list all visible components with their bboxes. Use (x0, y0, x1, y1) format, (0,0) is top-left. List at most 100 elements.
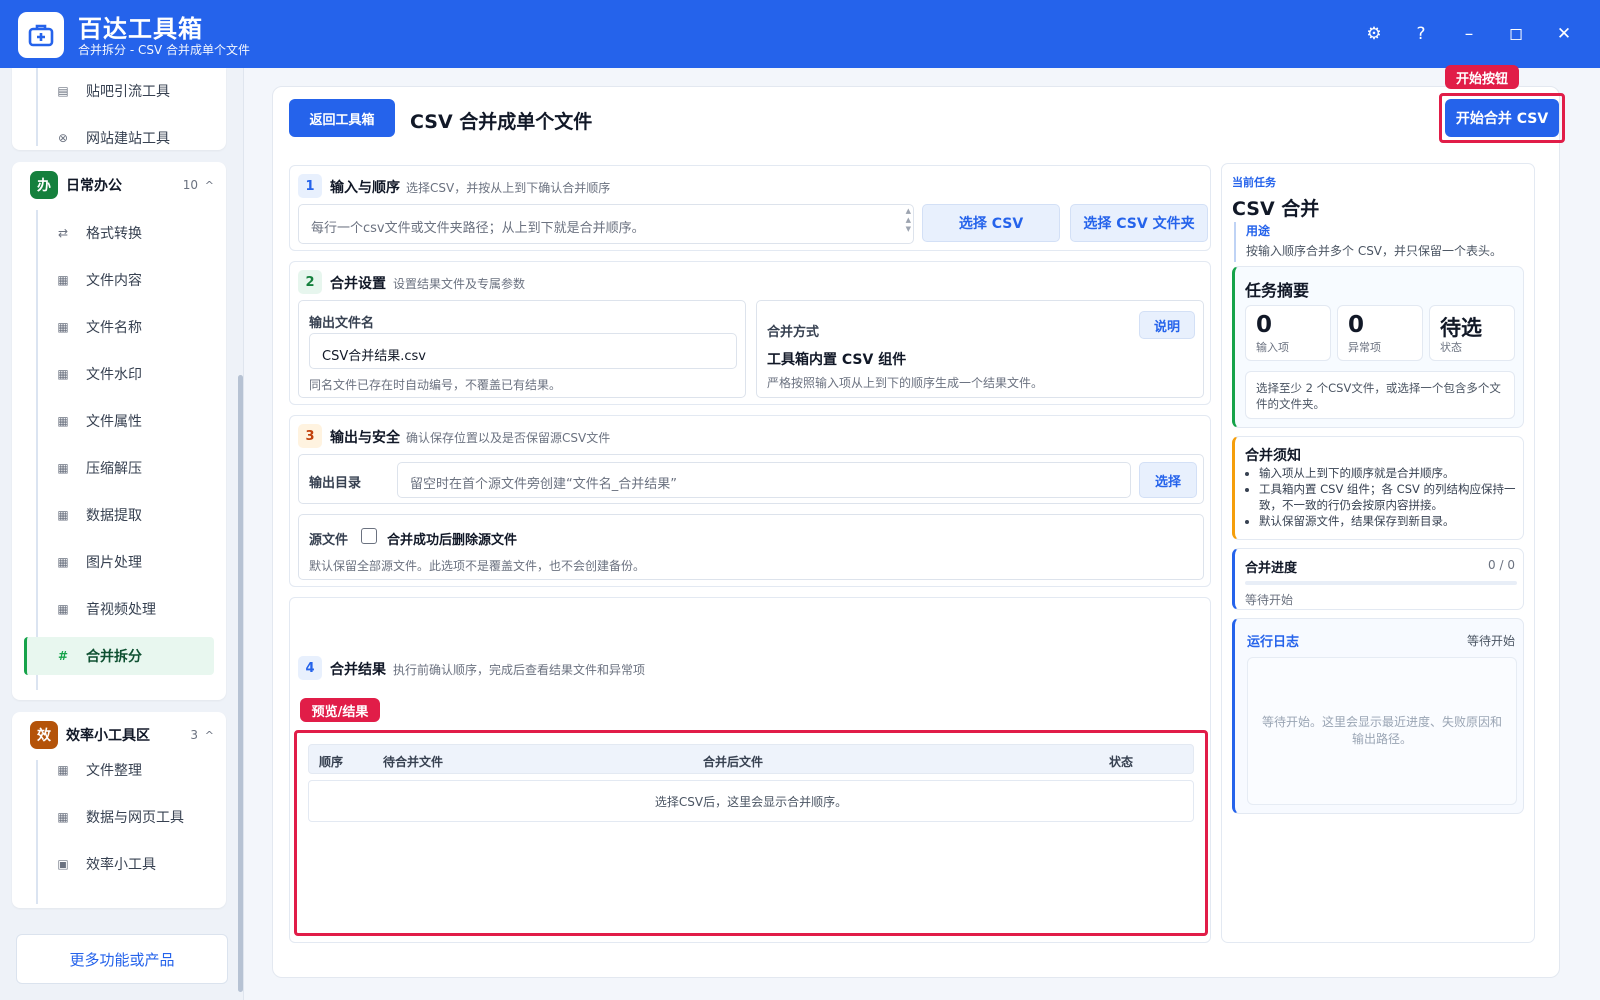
sidebar-item-label: 数据提取 (86, 508, 142, 524)
section-input: 1 输入与顺序 选择CSV，并按从上到下确认合并顺序 每行一个csv文件或文件夹… (289, 165, 1211, 251)
stat-status: 待选 状态 (1429, 305, 1515, 361)
progress-card: 合并进度 0 / 0 等待开始 (1232, 548, 1524, 610)
close-icon[interactable]: ✕ (1550, 20, 1578, 48)
source-file-hint: 默认保留全部源文件。此选项不是覆盖文件，也不会创建备份。 (309, 559, 646, 573)
sidebar-item-daily-8[interactable]: ▦ 音视频处理 (24, 590, 214, 628)
sidebar-item-label: 文件属性 (86, 414, 142, 430)
sidebar-item-label: 文件内容 (86, 273, 142, 289)
section-title: 输入与顺序 (330, 180, 400, 196)
merge-mode-help-button[interactable]: 说明 (1139, 311, 1195, 339)
textarea-spinner-icon: ▲ ▲ ▼ (905, 207, 911, 233)
help-icon[interactable]: ? (1407, 20, 1435, 48)
sidebar-item-daily-2[interactable]: ▦ 文件名称 (24, 308, 214, 346)
sidebar-item-label: 格式转换 (86, 226, 142, 242)
notes-title: 合并须知 (1245, 448, 1301, 464)
main-panel: 返回工具箱 CSV 合并成单个文件 开始按钮 开始合并 CSV 1 输入与顺序 … (272, 65, 1565, 978)
source-file-label: 源文件 (309, 533, 349, 548)
csv-paths-textarea[interactable]: 每行一个csv文件或文件夹路径；从上到下就是合并顺序。 ▲ ▲ ▼ (298, 204, 914, 244)
app-title: 百达工具箱 (78, 15, 203, 43)
delete-source-checkbox[interactable] (361, 528, 377, 544)
log-content: 等待开始。这里会显示最近进度、失败原因和输出路径。 (1247, 657, 1517, 805)
gear-icon[interactable]: ⚙ (1360, 20, 1388, 48)
result-table-empty: 选择CSV后，这里会显示合并顺序。 (308, 780, 1194, 822)
app-logo (18, 12, 64, 58)
start-merge-button[interactable]: 开始合并 CSV (1445, 99, 1559, 137)
sidebar-item-label: 压缩解压 (86, 461, 142, 477)
sidebar-item-daily-6[interactable]: ▦ 数据提取 (24, 496, 214, 534)
sidebar-item-daily-7[interactable]: ▦ 图片处理 (24, 543, 214, 581)
section-desc: 执行前确认顺序，完成后查看结果文件和异常项 (393, 663, 646, 677)
sidebar-item-label: 贴吧引流工具 (86, 84, 170, 100)
column-header: 待合并文件 (383, 755, 444, 769)
sidebar-item-daily-0[interactable]: ⇄ 格式转换 (24, 214, 214, 252)
sidebar-item-label: 图片处理 (86, 555, 142, 571)
summary-title: 任务摘要 (1245, 281, 1310, 300)
sidebar-item-daily-1[interactable]: ▦ 文件内容 (24, 261, 214, 299)
section-number: 3 (298, 424, 322, 448)
merge-mode-hint: 严格按照输入项从上到下的顺序生成一个结果文件。 (767, 376, 1044, 390)
chevron-up-icon: ^ (204, 178, 214, 192)
back-to-toolbox-button[interactable]: 返回工具箱 (289, 99, 395, 137)
select-csv-folder-button[interactable]: 选择 CSV 文件夹 (1070, 204, 1208, 242)
sidebar-item-eff-2[interactable]: ▣ 效率小工具 (24, 845, 214, 883)
sidebar-item-eff-1[interactable]: ▦ 数据与网页工具 (24, 798, 214, 836)
section-title: 合并结果 (330, 662, 386, 678)
box-icon: ▣ (57, 857, 69, 871)
progress-status: 等待开始 (1245, 593, 1294, 607)
title-bar: 百达工具箱 合并拆分 - CSV 合并成单个文件 ⚙ ? – ◻ ✕ (0, 0, 1600, 68)
sidebar-item-daily-9[interactable]: # 合并拆分 (24, 637, 214, 675)
daily-badge: 办 (30, 171, 58, 199)
merge-mode-value: 工具箱内置 CSV 组件 (767, 352, 907, 368)
sidebar-item-daily-3[interactable]: ▦ 文件水印 (24, 355, 214, 393)
section-title: 输出与安全 (330, 430, 400, 446)
doc-icon: ▤ (57, 84, 69, 98)
task-title: CSV 合并 (1232, 198, 1320, 220)
more-products-button[interactable]: 更多功能或产品 (16, 934, 228, 984)
sidebar-item-daily-4[interactable]: ▦ 文件属性 (24, 402, 214, 440)
group-title: 效率小工具区 (66, 728, 150, 744)
summary-note: 选择至少 2 个CSV文件，或选择一个包含多个文件的文件夹。 (1245, 371, 1515, 419)
section-desc: 选择CSV，并按从上到下确认合并顺序 (406, 181, 611, 195)
output-name-input[interactable]: CSV合并结果.csv (309, 333, 737, 369)
log-title: 运行日志 (1247, 635, 1300, 650)
output-dir-row: 输出目录 留空时在首个源文件旁创建“文件名_合并结果” 选择 (298, 454, 1204, 504)
maximize-icon[interactable]: ◻ (1502, 20, 1530, 48)
group-header-daily[interactable]: 办 日常办公 10 ^ (12, 162, 226, 208)
select-dir-button[interactable]: 选择 (1139, 462, 1197, 498)
group-title: 日常办公 (66, 178, 122, 194)
sidebar-scroll-thumb[interactable] (238, 375, 243, 992)
list-item: 默认保留源文件，结果保存到新目录。 (1259, 513, 1517, 529)
delete-source-label[interactable]: 合并成功后删除源文件 (387, 529, 517, 548)
output-name-label: 输出文件名 (309, 316, 375, 331)
sidebar-item-eff-0[interactable]: ▦ 文件整理 (24, 751, 214, 789)
group-count: 10 (182, 178, 198, 192)
sidebar-item-tieba[interactable]: ▤ 贴吧引流工具 (24, 72, 214, 110)
section-number: 4 (298, 656, 322, 680)
swap-icon: ⇄ (57, 226, 69, 240)
grid-icon: ▦ (57, 367, 69, 381)
eff-badge: 效 (30, 721, 58, 749)
page-title: CSV 合并成单个文件 (410, 111, 593, 133)
sidebar-item-label: 效率小工具 (86, 857, 156, 873)
sidebar-item-label: 合并拆分 (86, 649, 142, 665)
sidebar-item-website[interactable]: ⊗ 网站建站工具 (24, 119, 214, 157)
globe-icon: ⊗ (57, 131, 69, 145)
task-eyebrow: 当前任务 (1232, 176, 1276, 189)
select-csv-button[interactable]: 选择 CSV (922, 204, 1060, 242)
output-dir-input[interactable]: 留空时在首个源文件旁创建“文件名_合并结果” (397, 462, 1131, 498)
sidebar-item-daily-5[interactable]: ▦ 压缩解压 (24, 449, 214, 487)
toolbox-icon (28, 24, 54, 47)
merge-mode-label: 合并方式 (767, 325, 820, 340)
sidebar-item-label: 文件水印 (86, 367, 142, 383)
task-summary-card: 任务摘要 0 输入项 0 异常项 待选 状态 选择至少 2 个CSV文件，或选择… (1232, 266, 1524, 428)
sidebar-item-label: 数据与网页工具 (86, 810, 184, 826)
section-number: 1 (298, 174, 322, 198)
list-item: 输入项从上到下的顺序就是合并顺序。 (1259, 465, 1517, 481)
stat-error-count: 0 异常项 (1337, 305, 1423, 361)
minimize-icon[interactable]: – (1455, 20, 1483, 48)
output-dir-label: 输出目录 (309, 476, 362, 491)
sidebar-item-label: 网站建站工具 (86, 131, 170, 147)
sidebar-item-label: 文件整理 (86, 763, 142, 779)
section-desc: 设置结果文件及专属参数 (393, 277, 526, 291)
column-header: 合并后文件 (703, 755, 764, 769)
